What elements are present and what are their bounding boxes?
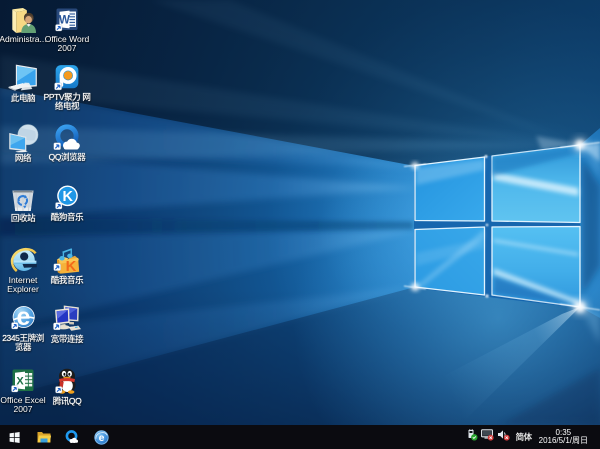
svg-text:K: K <box>66 259 77 274</box>
svg-text:e: e <box>99 432 105 444</box>
svg-text:K: K <box>62 189 73 205</box>
